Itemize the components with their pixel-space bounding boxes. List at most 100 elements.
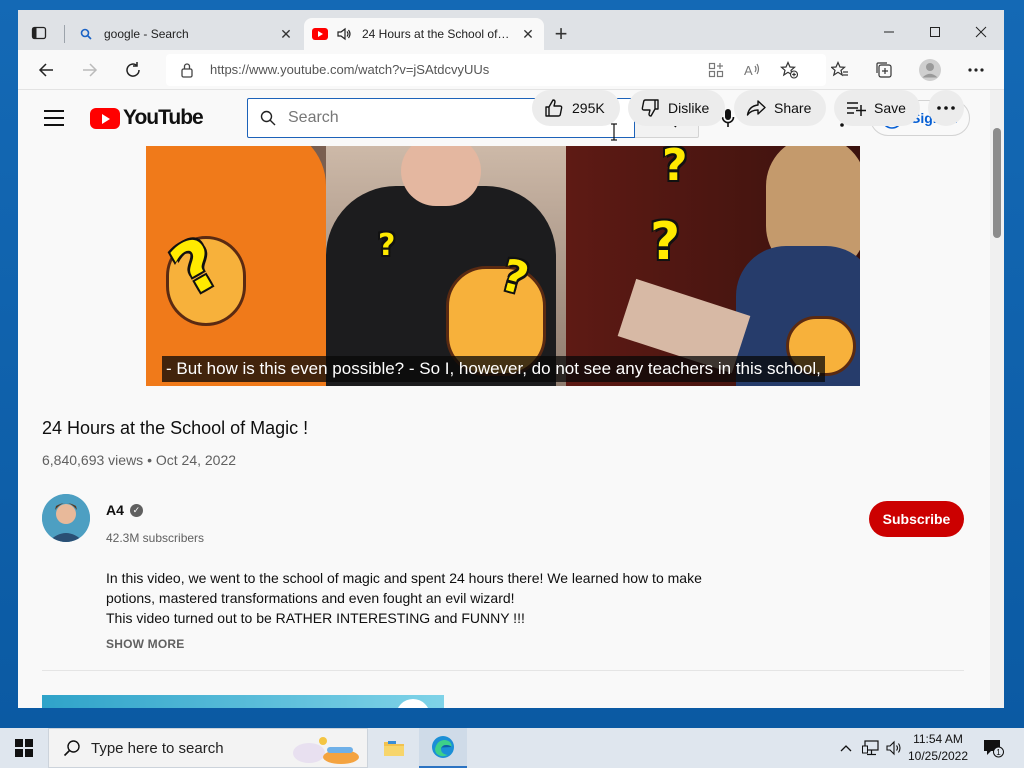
apps-icon (708, 62, 724, 78)
show-hidden-icons-button[interactable] (836, 728, 856, 768)
subscribe-button[interactable]: Subscribe (869, 501, 964, 537)
show-more-button[interactable]: SHOW MORE (106, 637, 184, 651)
profile-avatar-icon (919, 59, 941, 81)
volume-icon (886, 740, 901, 756)
scrollbar-thumb[interactable] (993, 128, 1001, 238)
question-mark-graphic: ? (378, 228, 396, 263)
search-highlight-illustration-icon (293, 737, 359, 764)
clock-time: 11:54 AM (913, 732, 963, 746)
favorites-icon (831, 61, 848, 77)
save-button[interactable]: Save (834, 90, 920, 126)
star-add-icon (780, 61, 798, 79)
more-horizontal-icon (968, 68, 984, 72)
description-line: potions, mastered transformations and ev… (106, 590, 515, 606)
chevron-up-icon (840, 745, 852, 752)
share-icon (746, 100, 766, 116)
address-url: https://www.youtube.com/watch?v=jSAtdcvy… (210, 62, 490, 77)
channel-name[interactable]: A4 ✓ (106, 502, 143, 518)
dislike-label: Dislike (668, 100, 710, 116)
thumbnail-graphic (396, 699, 430, 708)
search-icon (78, 26, 94, 42)
close-tab-icon[interactable]: ✕ (520, 26, 536, 42)
taskbar: Type here to search 11:54 AM 10/25/2022 … (0, 728, 1024, 768)
youtube-icon (312, 26, 328, 42)
description-line: In this video, we went to the school of … (106, 570, 702, 586)
notification-count: 1 (996, 748, 1001, 757)
speaker-icon[interactable] (336, 26, 352, 42)
network-icon (862, 740, 879, 756)
question-mark-graphic: ? (650, 212, 681, 272)
clock-date: 10/25/2022 (907, 749, 969, 763)
more-actions-button[interactable] (928, 90, 964, 126)
forward-arrow-icon (83, 63, 98, 77)
playlist-add-icon (847, 102, 866, 116)
browser-toolbar: https://www.youtube.com/watch?v=jSAtdcvy… (18, 50, 1004, 90)
minimize-button[interactable] (866, 18, 912, 46)
favorites-button[interactable] (826, 56, 854, 84)
forward-button[interactable] (76, 56, 104, 84)
edge-taskbar-button[interactable] (419, 728, 467, 768)
app-available-button[interactable] (702, 56, 730, 84)
menu-icon[interactable] (44, 110, 64, 126)
video-description[interactable]: In this video, we went to the school of … (106, 568, 726, 628)
video-title: 24 Hours at the School of Magic ! (42, 418, 309, 438)
video-player[interactable]: ? ? ? ? ? - But how is this even possibl… (146, 146, 860, 386)
back-button[interactable] (32, 56, 60, 84)
share-label: Share (774, 100, 812, 116)
search-icon (63, 740, 80, 757)
video-frame-head (401, 146, 481, 206)
start-button[interactable] (0, 728, 48, 768)
description-line: This video turned out to be RATHER INTER… (106, 610, 525, 626)
thumbs-up-icon (545, 99, 563, 117)
channel-name-text: A4 (106, 502, 124, 518)
close-window-button[interactable] (958, 18, 1004, 46)
channel-avatar[interactable] (42, 494, 90, 542)
youtube-page: YouTube Sign in (18, 90, 990, 708)
lock-icon[interactable] (180, 62, 196, 78)
refresh-button[interactable] (119, 56, 147, 84)
tab-google-search[interactable]: google - Search ✕ (70, 18, 302, 50)
youtube-logo[interactable]: YouTube (90, 106, 204, 130)
file-explorer-taskbar-button[interactable] (370, 728, 418, 768)
back-arrow-icon (38, 63, 53, 77)
search-icon (260, 110, 276, 131)
tab-strip: google - Search ✕ 24 Hours at the School… (18, 10, 1004, 50)
related-video-thumbnail[interactable] (42, 695, 444, 708)
read-aloud-button[interactable]: A (738, 56, 766, 84)
collections-button[interactable] (870, 56, 898, 84)
tab-actions-button[interactable] (28, 22, 50, 44)
read-aloud-icon: A (744, 63, 760, 78)
page-scrollbar[interactable] (990, 90, 1004, 708)
folder-icon (384, 741, 404, 756)
video-meta: 6,840,693 views • Oct 24, 2022 (42, 452, 237, 468)
video-caption: - But how is this even possible? - So I,… (162, 356, 825, 382)
notification-center-button[interactable]: 1 (980, 728, 1008, 768)
maximize-icon (930, 27, 940, 37)
subscriber-count: 42.3M subscribers (106, 531, 205, 545)
tab-title: google - Search (104, 27, 189, 41)
svg-text:A: A (744, 63, 753, 78)
share-button[interactable]: Share (734, 90, 826, 126)
add-favorite-button[interactable] (775, 56, 803, 84)
volume-button[interactable] (884, 728, 906, 768)
thumbs-down-icon (641, 99, 659, 117)
maximize-button[interactable] (912, 18, 958, 46)
tab-youtube-video[interactable]: 24 Hours at the School of Magic ✕ (304, 18, 544, 50)
taskbar-clock[interactable]: 11:54 AM 10/25/2022 (904, 731, 972, 765)
new-tab-button[interactable]: + (550, 23, 572, 46)
minimize-icon (884, 31, 894, 33)
close-tab-icon[interactable]: ✕ (278, 26, 294, 42)
settings-more-button[interactable] (962, 56, 990, 84)
refresh-icon (126, 62, 140, 77)
browser-window: google - Search ✕ 24 Hours at the School… (18, 10, 1004, 708)
taskbar-search-box[interactable]: Type here to search (48, 728, 368, 768)
like-button[interactable]: 295K (532, 90, 620, 126)
text-cursor-icon (610, 123, 618, 141)
notification-icon: 1 (984, 740, 1004, 758)
youtube-logo-text: YouTube (123, 106, 204, 129)
more-horizontal-icon (937, 106, 955, 110)
dislike-button[interactable]: Dislike (628, 90, 725, 126)
network-button[interactable] (860, 728, 882, 768)
collections-icon (876, 62, 892, 78)
profile-button[interactable] (916, 56, 944, 84)
